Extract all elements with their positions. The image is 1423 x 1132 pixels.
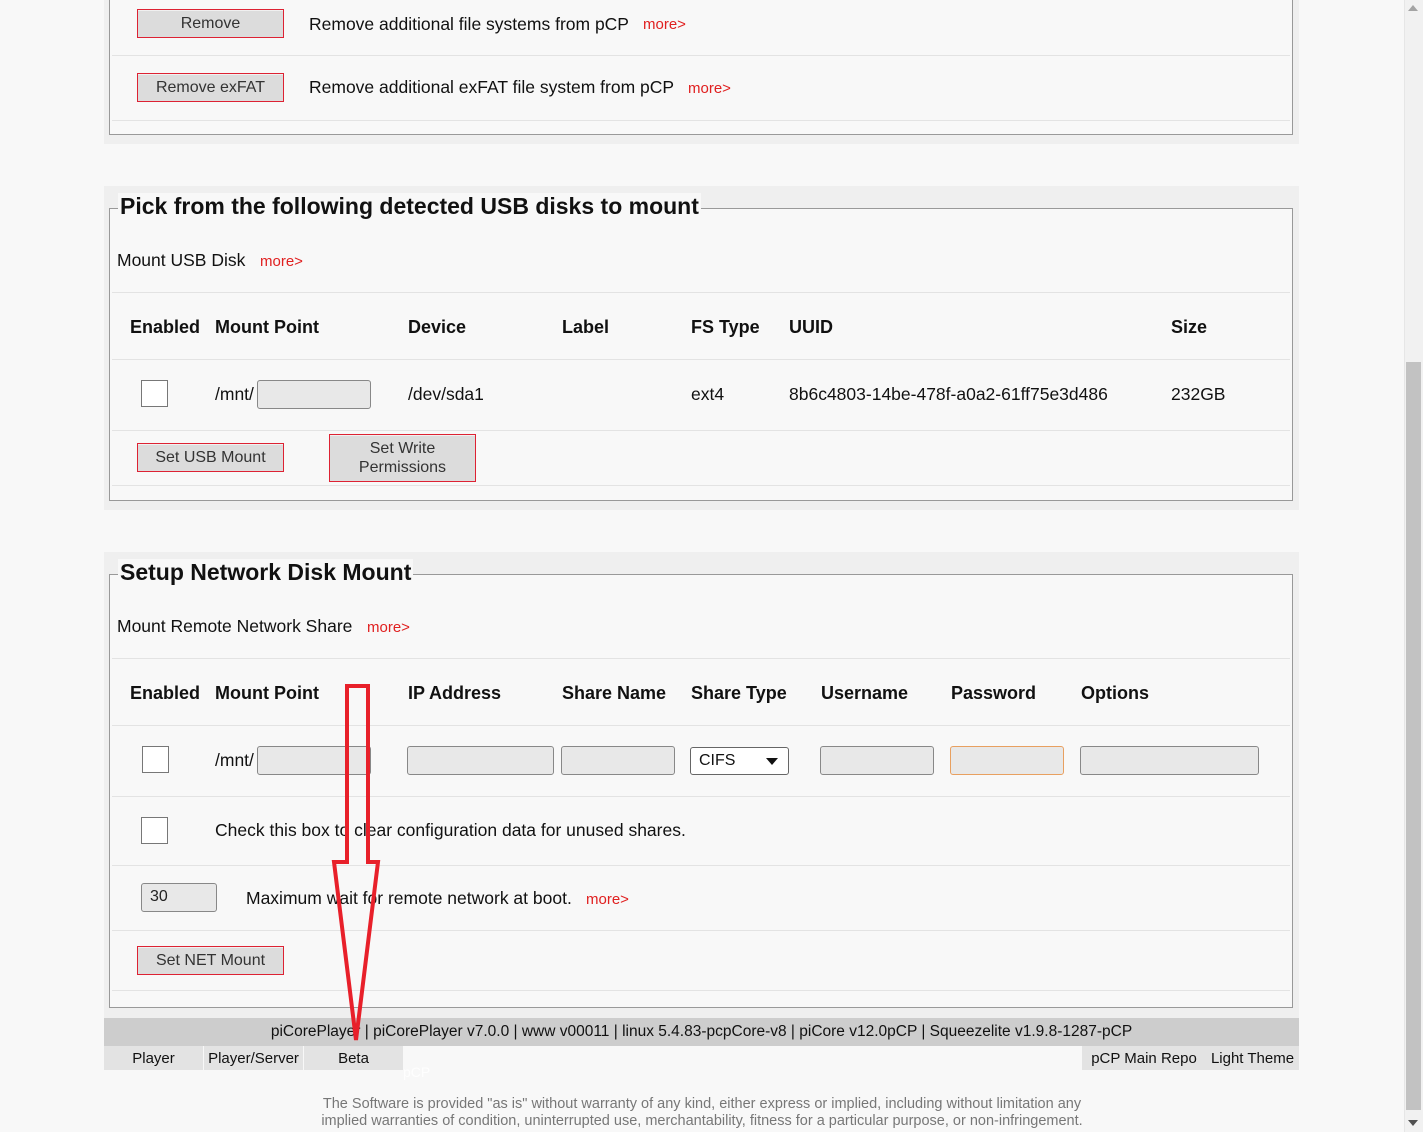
annotation-arrow-icon [331, 684, 381, 1041]
